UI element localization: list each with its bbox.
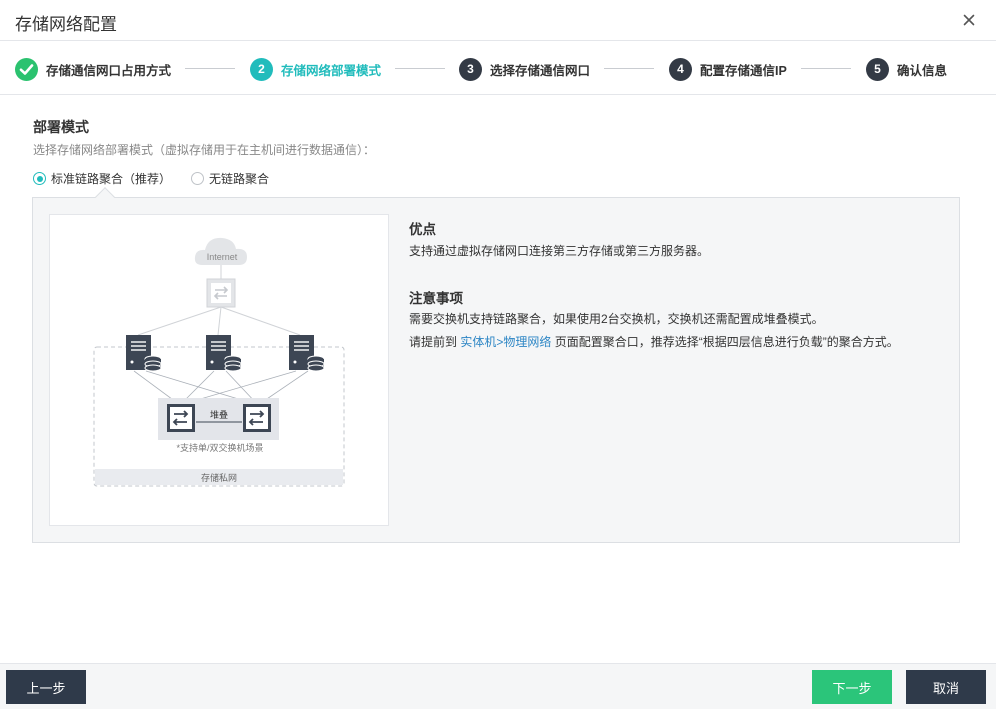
step-2-number: 2 — [250, 57, 273, 81]
topology-diagram: 存储私网 Internet 堆叠 *支持单/双交换机场景 — [49, 214, 389, 526]
wizard-steps: 存储通信网口占用方式 2 存储网络部署模式 3 选择存储通信网口 4 配置存储通… — [0, 41, 996, 95]
step-2-label: 存储网络部署模式 — [281, 63, 382, 78]
server-icon — [206, 335, 242, 372]
server-icon — [289, 335, 325, 372]
stack-label: 堆叠 — [210, 410, 228, 420]
next-step-button[interactable]: 下一步 — [812, 670, 892, 704]
radio-unchecked-icon[interactable] — [191, 172, 205, 185]
cancel-button[interactable]: 取消 — [906, 670, 986, 704]
prev-step-button[interactable]: 上一步 — [6, 670, 86, 704]
step-3-number: 3 — [459, 57, 482, 81]
server-icon — [126, 335, 162, 372]
step-4: 4 配置存储通信IP — [669, 57, 787, 81]
step-1-check-icon — [15, 57, 38, 81]
radio-no-aggregation-label: 无链路聚合 — [209, 172, 270, 186]
advantages-title: 优点 — [409, 222, 436, 237]
dialog-title: 存储网络配置 — [15, 15, 117, 34]
notes-line-2-prefix: 请提前到 — [409, 335, 461, 349]
switch-icon — [243, 404, 271, 432]
step-4-number: 4 — [669, 57, 692, 81]
internet-label: Internet — [207, 252, 238, 262]
radio-standard-aggregation[interactable]: 标准链路聚合（推荐） — [33, 170, 171, 187]
step-4-label: 配置存储通信IP — [700, 63, 787, 78]
step-connector — [604, 68, 654, 69]
switch-icon — [167, 404, 195, 432]
step-connector — [395, 68, 445, 69]
advantages-text: 支持通过虚拟存储网口连接第三方存储或第三方服务器。 — [409, 244, 710, 258]
close-button[interactable] — [960, 11, 978, 29]
step-5: 5 确认信息 — [866, 57, 947, 81]
step-5-number: 5 — [866, 57, 889, 81]
private-network-label: 存储私网 — [201, 472, 237, 483]
radio-checked-icon[interactable] — [33, 172, 46, 185]
radio-standard-aggregation-label: 标准链路聚合（推荐） — [51, 172, 172, 186]
step-1: 存储通信网口占用方式 — [15, 57, 171, 81]
notes-title: 注意事项 — [409, 291, 463, 306]
mode-radio-group: 标准链路聚合（推荐） 无链路聚合 — [33, 170, 289, 187]
notes-line-2-suffix: 页面配置聚合口，推荐选择“根据四层信息进行负载”的聚合方式。 — [551, 335, 899, 349]
dialog-header: 存储网络配置 — [0, 0, 996, 41]
step-3-label: 选择存储通信网口 — [490, 63, 591, 78]
step-connector — [185, 68, 235, 69]
step-connector — [801, 68, 851, 69]
physical-network-link[interactable]: 实体机>物理网络 — [460, 335, 551, 349]
mode-title: 部署模式 — [33, 119, 89, 135]
step-5-label: 确认信息 — [897, 63, 948, 78]
close-icon — [963, 14, 975, 26]
step-1-label: 存储通信网口占用方式 — [46, 63, 172, 78]
notes-line-1: 需要交换机支持链路聚合，如果使用2台交换机，交换机还需配置成堆叠模式。 — [409, 312, 824, 326]
mode-description: 选择存储网络部署模式（虚拟存储用于在主机间进行数据通信）： — [33, 143, 376, 157]
step-2: 2 存储网络部署模式 — [250, 57, 381, 81]
core-switch-icon — [206, 278, 236, 308]
radio-no-aggregation[interactable]: 无链路聚合 — [191, 170, 269, 187]
notes-line-2: 请提前到 实体机>物理网络 页面配置聚合口，推荐选择“根据四层信息进行负载”的聚… — [409, 333, 899, 350]
step-3: 3 选择存储通信网口 — [459, 57, 590, 81]
support-note: *支持单/双交换机场景 — [176, 442, 263, 453]
